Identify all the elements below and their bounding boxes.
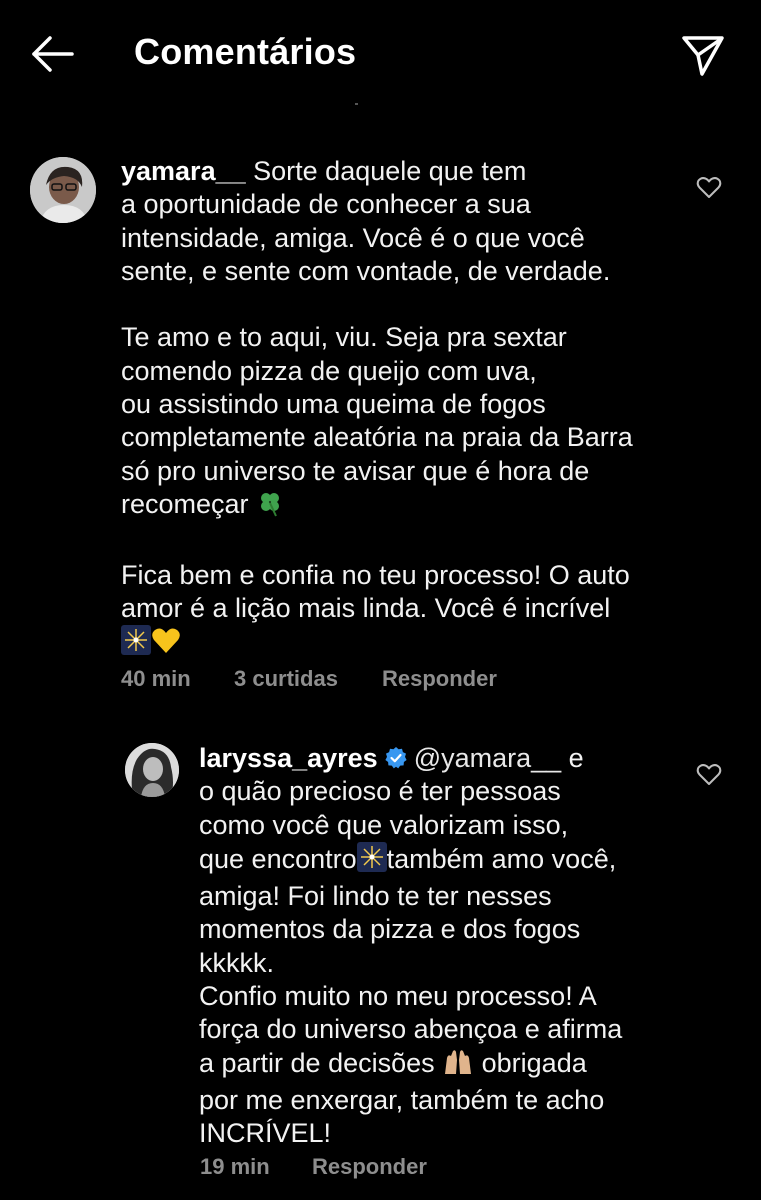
yellow-heart-icon <box>151 627 181 663</box>
like-comment-button[interactable] <box>696 176 722 200</box>
verified-badge-icon <box>384 745 408 769</box>
avatar-laryssa[interactable] <box>125 743 179 797</box>
reply-link[interactable]: Responder <box>382 666 497 692</box>
four-leaf-clover-icon <box>256 489 284 525</box>
arrow-left-icon <box>32 36 74 72</box>
likes-count-link[interactable]: 3 curtidas <box>234 666 338 692</box>
user-photo-icon <box>125 743 179 797</box>
reply-link[interactable]: Responder <box>312 1154 427 1180</box>
fireworks-icon <box>356 841 387 880</box>
comment-body-yamara: yamara__ Sorte daquele que tem a oportun… <box>121 155 681 663</box>
comment-paragraph-3: Fica bem e confia no teu processo! O aut… <box>121 559 630 623</box>
fireworks-icon <box>121 625 151 663</box>
comment-time: 19 min <box>200 1154 270 1179</box>
raising-hands-icon <box>442 1048 474 1084</box>
share-button[interactable] <box>676 28 728 80</box>
header-bar: Comentários <box>0 0 761 110</box>
back-button[interactable] <box>26 28 78 80</box>
divider-dot <box>355 103 358 105</box>
comment-body-laryssa: laryssa_ayres @yamara__ e o quão precioso… <box>199 742 679 1151</box>
mention-link[interactable]: @yamara__ <box>414 743 561 773</box>
comment-text-part-2: também amo você, amiga! Foi lindo te ter… <box>199 843 623 1078</box>
comment-paragraph-2: Te amo e to aqui, viu. Seja pra sextar c… <box>121 322 633 519</box>
comment-time: 40 min <box>121 666 191 691</box>
user-photo-icon <box>30 157 96 223</box>
comment-username[interactable]: laryssa_ayres <box>199 743 378 773</box>
like-reply-button[interactable] <box>696 763 722 787</box>
heart-outline-icon <box>696 177 722 198</box>
avatar-yamara[interactable] <box>30 157 96 223</box>
heart-outline-icon <box>696 764 722 785</box>
page-title: Comentários <box>134 31 357 72</box>
paper-plane-icon <box>682 36 724 76</box>
comment-username[interactable]: yamara__ <box>121 156 246 186</box>
